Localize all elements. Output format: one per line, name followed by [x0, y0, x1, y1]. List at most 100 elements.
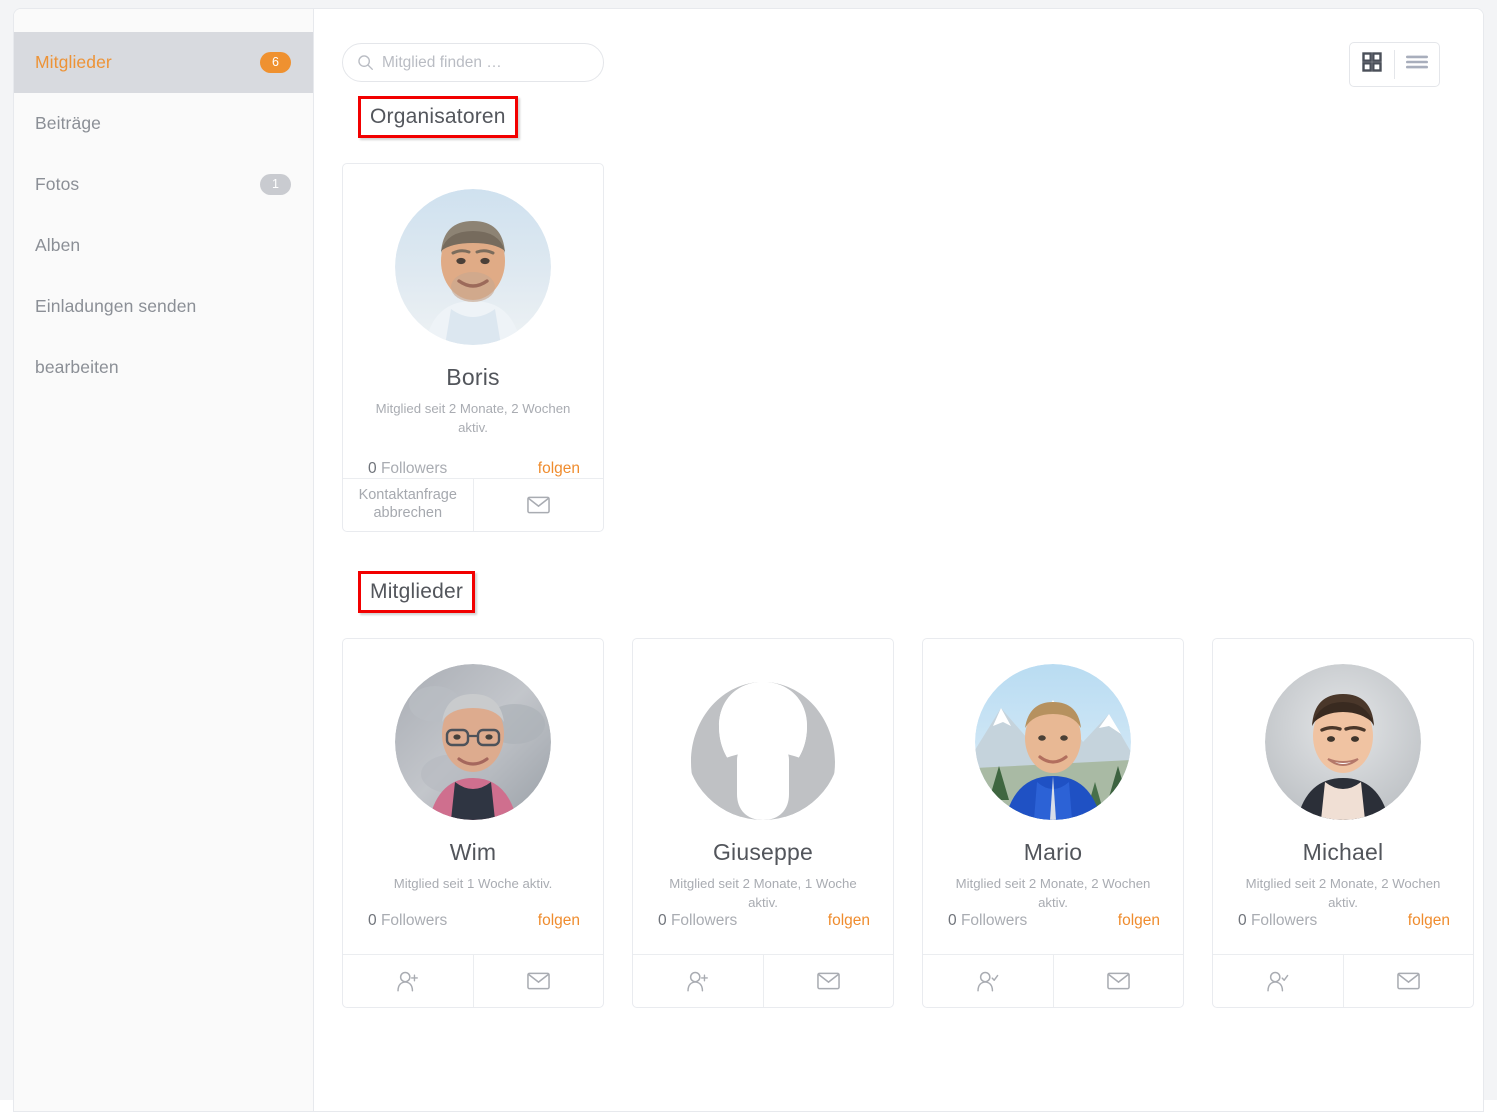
user-plus-icon [396, 971, 420, 992]
member-name[interactable]: Michael [1303, 839, 1384, 865]
followers-row: 0 Followers folgen [357, 460, 589, 478]
section-title: Mitglieder [370, 579, 464, 603]
member-card[interactable]: Giuseppe Mitglied seit 2 Monate, 1 Woche … [632, 637, 894, 1009]
sidebar-item-label: Einladungen senden [35, 296, 197, 316]
members-card-grid: Wim Mitglied seit 1 Woche aktiv. 0 Followe… [314, 637, 1483, 1009]
followers-number: 0 [948, 912, 957, 930]
member-activity-text: Mitglied seit 2 Monate, 2 Wochen aktiv. [1245, 875, 1441, 911]
followers-number: 0 [368, 912, 377, 930]
followers-label: Followers [960, 912, 1028, 930]
followers-count: 0 Followers [948, 912, 1027, 930]
member-card-actions [343, 954, 604, 1008]
member-card[interactable]: Boris Mitglied seit 2 Monate, 2 Wochen ak… [342, 163, 604, 532]
sidebar-item-label: Mitglieder [35, 52, 112, 72]
list-icon [1405, 53, 1429, 76]
followers-label: Followers [670, 912, 738, 930]
member-card[interactable]: Mario Mitglied seit 2 Monate, 2 Wochen ak… [922, 637, 1184, 1009]
add-contact-button[interactable] [343, 955, 473, 1007]
envelope-icon [1106, 972, 1130, 990]
user-check-icon [976, 971, 1000, 992]
member-card-actions [1213, 954, 1474, 1008]
avatar[interactable] [395, 189, 551, 345]
view-toggle [1349, 42, 1440, 87]
user-plus-icon [686, 971, 710, 992]
followers-row: 0 Followers folgen [357, 912, 589, 930]
sidebar-item-bearbeiten[interactable]: bearbeiten [14, 337, 313, 398]
member-card-body: Mario Mitglied seit 2 Monate, 2 Wochen ak… [923, 639, 1183, 955]
follow-link[interactable]: folgen [538, 912, 580, 930]
member-card-body: Wim Mitglied seit 1 Woche aktiv. 0 Followe… [343, 639, 603, 955]
grid-view-button[interactable] [1350, 43, 1394, 86]
contact-confirmed-button[interactable] [923, 955, 1053, 1007]
member-name[interactable]: Wim [450, 839, 497, 865]
follow-link[interactable]: folgen [1118, 912, 1160, 930]
search-input[interactable] [382, 53, 589, 72]
send-message-button[interactable] [1342, 955, 1474, 1008]
add-contact-button[interactable] [633, 955, 763, 1007]
followers-count: 0 Followers [368, 460, 447, 478]
follow-link[interactable]: folgen [828, 912, 870, 930]
member-card[interactable]: Wim Mitglied seit 1 Woche aktiv. 0 Followe… [342, 637, 604, 1009]
send-message-button[interactable] [762, 955, 894, 1008]
contact-confirmed-button[interactable] [1213, 955, 1343, 1007]
member-name[interactable]: Mario [1024, 839, 1083, 865]
followers-count: 0 Followers [368, 912, 447, 930]
member-card-actions [633, 954, 894, 1008]
sidebar-item-fotos[interactable]: Fotos 1 [14, 154, 313, 215]
send-message-button[interactable] [472, 955, 604, 1008]
send-message-button[interactable] [472, 478, 604, 531]
member-activity-text: Mitglied seit 2 Monate, 1 Woche aktiv. [669, 875, 857, 911]
followers-number: 0 [658, 912, 667, 930]
followers-count: 0 Followers [658, 912, 737, 930]
cancel-contact-request-button[interactable]: Kontaktanfrage abbrechen [343, 479, 473, 531]
members-heading-wrap: Mitglieder [314, 570, 1483, 638]
member-card-body: Boris Mitglied seit 2 Monate, 2 Wochen ak… [343, 164, 603, 478]
member-name[interactable]: Boris [446, 364, 499, 390]
avatar[interactable] [1265, 663, 1421, 820]
page-card: Mitglieder 6 Beiträge Fotos 1 Alben Einladunge… [13, 8, 1484, 1112]
sidebar-item-beitr-ge[interactable]: Beiträge [14, 93, 313, 154]
sidebar-item-label: Beiträge [35, 113, 101, 133]
organizers-card-grid: Boris Mitglied seit 2 Monate, 2 Wochen ak… [314, 163, 1483, 532]
followers-label: Followers [380, 459, 448, 477]
sidebar-item-alben[interactable]: Alben [14, 215, 313, 276]
member-card-body: Michael Mitglied seit 2 Monate, 2 Wochen … [1213, 639, 1473, 955]
send-message-button[interactable] [1052, 955, 1184, 1008]
followers-row: 0 Followers folgen [937, 912, 1169, 930]
sidebar: Mitglieder 6 Beiträge Fotos 1 Alben Einladunge… [14, 9, 314, 1111]
followers-number: 0 [1238, 912, 1247, 930]
search-icon [357, 54, 374, 71]
sidebar-item-label: Alben [35, 235, 81, 255]
member-card-body: Giuseppe Mitglied seit 2 Monate, 1 Woche … [633, 639, 893, 955]
follow-link[interactable]: folgen [538, 460, 580, 478]
member-activity-text: Mitglied seit 2 Monate, 2 Wochen aktiv. [955, 875, 1151, 911]
envelope-icon [1396, 972, 1420, 990]
followers-count: 0 Followers [1238, 912, 1317, 930]
follow-link[interactable]: folgen [1408, 912, 1450, 930]
followers-label: Followers [1250, 912, 1318, 930]
followers-label: Followers [380, 912, 448, 930]
member-card-actions [923, 954, 1184, 1008]
member-name[interactable]: Giuseppe [713, 839, 813, 865]
member-card[interactable]: Michael Mitglied seit 2 Monate, 2 Wochen … [1212, 637, 1474, 1009]
toolbar [314, 9, 1483, 105]
sidebar-item-mitglieder[interactable]: Mitglieder 6 [14, 32, 313, 93]
main-content: Organisatoren [314, 9, 1483, 1111]
member-activity-text: Mitglied seit 1 Woche aktiv. [393, 875, 553, 891]
organizers-heading: Organisatoren [358, 96, 518, 138]
avatar[interactable] [975, 663, 1131, 820]
avatar[interactable] [685, 663, 841, 820]
envelope-icon [526, 972, 550, 990]
search-box[interactable] [342, 43, 604, 82]
sidebar-item-badge: 6 [260, 52, 291, 73]
avatar[interactable] [395, 663, 551, 820]
section-title: Organisatoren [370, 105, 506, 128]
envelope-icon [526, 496, 550, 514]
followers-row: 0 Followers folgen [647, 912, 879, 930]
followers-row: 0 Followers folgen [1227, 912, 1459, 930]
followers-number: 0 [368, 459, 377, 477]
envelope-icon [816, 972, 840, 990]
list-view-button[interactable] [1395, 43, 1439, 86]
sidebar-item-einladungen-senden[interactable]: Einladungen senden [14, 276, 313, 337]
organizers-heading-wrap: Organisatoren [314, 96, 1483, 163]
